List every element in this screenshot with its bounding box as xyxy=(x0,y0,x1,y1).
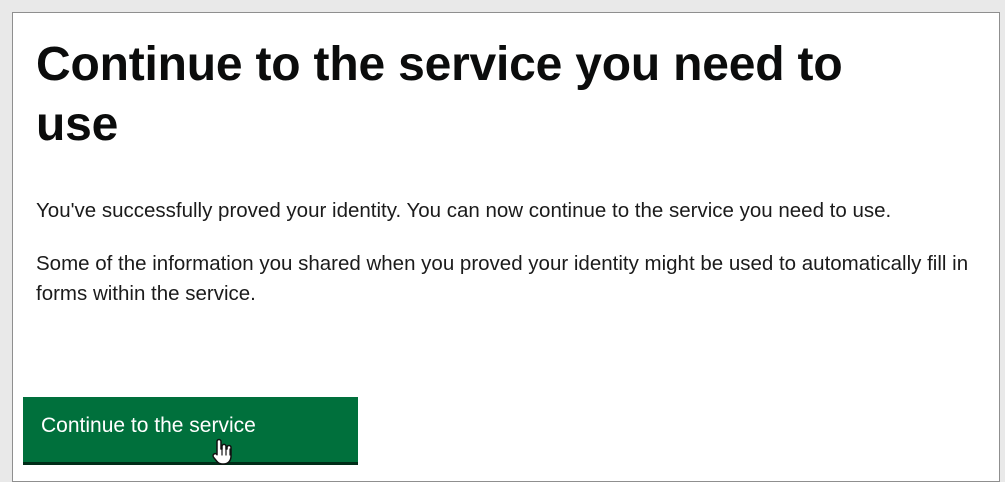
page-title: Continue to the service you need to use xyxy=(36,38,843,151)
hand-pointer-icon xyxy=(212,438,232,465)
info-message: Some of the information you shared when … xyxy=(36,252,969,305)
main-content: Continue to the service you need to use … xyxy=(36,35,979,309)
success-message: You've successfully proved your identity… xyxy=(36,199,892,222)
continue-to-service-button[interactable]: Continue to the service xyxy=(23,397,358,462)
